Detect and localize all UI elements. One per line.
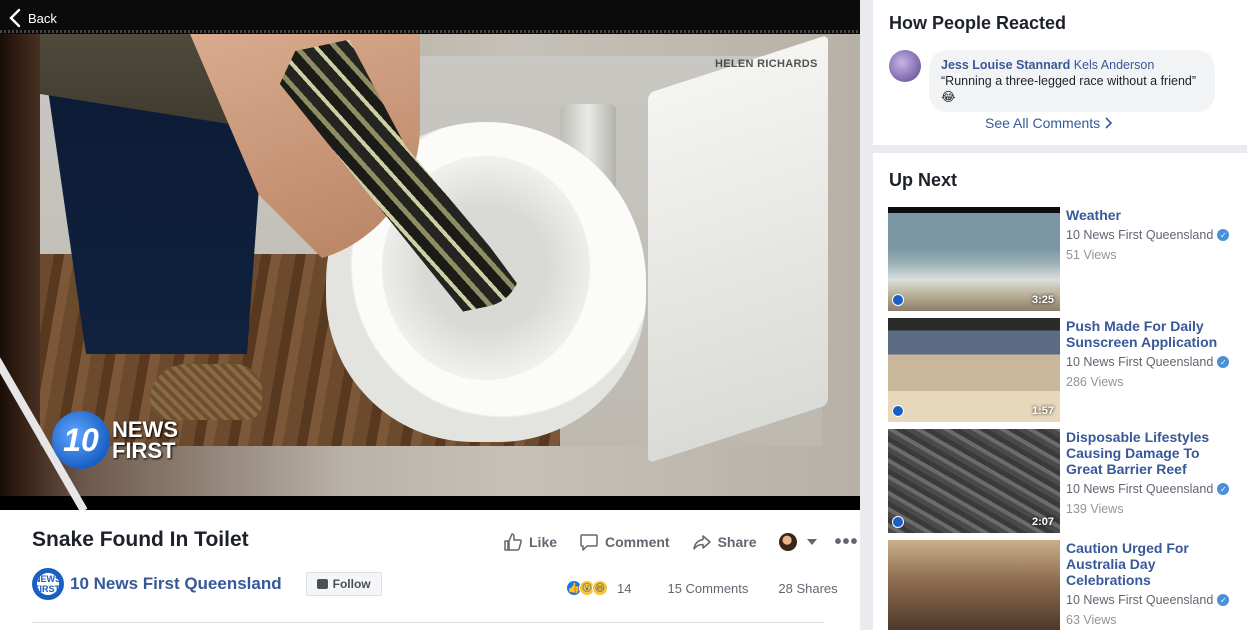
verified-check-icon: ✓ xyxy=(1217,483,1230,495)
news-first-logo: 10 NEWS FIRST xyxy=(52,411,178,469)
video-page: 10 News First Queensland ✓ xyxy=(1066,482,1236,496)
post-as-selector[interactable] xyxy=(778,533,817,551)
video-duration: 2:07 xyxy=(1031,516,1054,528)
comment-button[interactable]: Comment xyxy=(579,532,670,552)
see-all-comments-link[interactable]: See All Comments xyxy=(985,115,1113,131)
video-meta: Weather 10 News First Queensland ✓ 51 Vi… xyxy=(1066,207,1236,311)
video-thumbnail[interactable]: 3:25 xyxy=(888,207,1060,311)
video-duration: 3:25 xyxy=(1031,294,1054,306)
caret-down-icon xyxy=(806,539,817,545)
video-views: 139 Views xyxy=(1066,502,1124,516)
thumbs-up-icon xyxy=(504,533,522,551)
video-title-link[interactable]: Weather xyxy=(1066,207,1236,223)
comment-tag-link[interactable]: Kels Anderson xyxy=(1074,58,1155,72)
video-page: 10 News First Queensland ✓ xyxy=(1066,593,1236,607)
logo-line-1: NEWS xyxy=(112,417,178,442)
page-row: NEWS FIRST 10 News First Queensland Foll… xyxy=(32,568,382,600)
page-badge-icon xyxy=(892,516,904,528)
video-views: 63 Views xyxy=(1066,613,1117,627)
more-options-icon[interactable]: ••• xyxy=(835,532,859,552)
video-title-link[interactable]: Push Made For Daily Sunscreen Applicatio… xyxy=(1066,318,1236,350)
divider xyxy=(32,622,824,623)
like-button[interactable]: Like xyxy=(503,532,557,552)
user-avatar xyxy=(778,533,797,551)
video-page: 10 News First Queensland ✓ xyxy=(1066,228,1236,242)
video-title-link[interactable]: Disposable Lifestyles Causing Damage To … xyxy=(1066,429,1236,477)
commenter-avatar[interactable] xyxy=(889,50,921,82)
video-thumbnail[interactable]: 1:57 xyxy=(888,318,1060,422)
engagement-stats: 👍 😮 😆 14 15 Comments 28 Shares xyxy=(566,580,838,596)
post-info: Snake Found In Toilet Like Comment Share… xyxy=(0,510,860,630)
video-duration: 1:57 xyxy=(1031,405,1054,417)
action-bar: Like Comment Share ••• xyxy=(503,532,859,552)
logo-line-2: FIRST xyxy=(112,438,176,463)
follow-button[interactable]: Follow xyxy=(305,572,382,596)
comment-label: Comment xyxy=(605,534,670,550)
up-next-item[interactable]: Caution Urged For Australia Day Celebrat… xyxy=(888,540,1236,630)
reactions-heading: How People Reacted xyxy=(889,13,1067,33)
video-frame[interactable]: HELEN RICHARDS 10 NEWS FIRST xyxy=(0,34,860,510)
up-next-heading: Up Next xyxy=(889,170,958,190)
video-views: 51 Views xyxy=(1066,248,1117,262)
video-title: Snake Found In Toilet xyxy=(32,528,249,551)
video-thumbnail[interactable]: 2:07 xyxy=(888,429,1060,533)
up-next-item[interactable]: 3:25 Weather 10 News First Queensland ✓ … xyxy=(888,207,1236,311)
verified-check-icon: ✓ xyxy=(1217,229,1230,241)
comments-count-link[interactable]: 15 Comments xyxy=(667,581,748,596)
chevron-right-icon xyxy=(1105,117,1113,129)
video-title-link[interactable]: Caution Urged For Australia Day Celebrat… xyxy=(1066,540,1236,588)
verified-check-icon: ✓ xyxy=(1217,356,1230,368)
up-next-panel: Up Next 3:25 Weather 10 News First Queen… xyxy=(873,153,1247,630)
video-page: 10 News First Queensland ✓ xyxy=(1066,355,1236,369)
video-page-name[interactable]: 10 News First Queensland xyxy=(1066,228,1213,242)
back-label: Back xyxy=(28,10,57,26)
reaction-icons[interactable]: 👍 😮 😆 xyxy=(566,580,608,596)
page-badge-icon xyxy=(892,294,904,306)
scene-toilet-lid xyxy=(648,34,828,464)
page-name-link[interactable]: 10 News First Queensland xyxy=(70,574,282,594)
share-button[interactable]: Share xyxy=(692,532,757,552)
shares-count-link[interactable]: 28 Shares xyxy=(778,581,837,596)
video-page-name[interactable]: 10 News First Queensland xyxy=(1066,593,1213,607)
comment-bubble: Jess Louise Stannard Kels Anderson “Runn… xyxy=(929,50,1215,112)
video-page-name[interactable]: 10 News First Queensland xyxy=(1066,355,1213,369)
logo-disc: 10 xyxy=(52,411,110,469)
video-page-name[interactable]: 10 News First Queensland xyxy=(1066,482,1213,496)
up-next-item[interactable]: 1:57 Push Made For Daily Sunscreen Appli… xyxy=(888,318,1236,422)
follow-icon xyxy=(316,579,328,589)
see-all-label: See All Comments xyxy=(985,115,1101,131)
video-meta: Caution Urged For Australia Day Celebrat… xyxy=(1066,540,1236,630)
up-next-item[interactable]: 2:07 Disposable Lifestyles Causing Damag… xyxy=(888,429,1236,533)
logo-text: NEWS FIRST xyxy=(112,417,178,463)
page-badge-icon xyxy=(892,405,904,417)
video-thumbnail[interactable] xyxy=(888,540,1060,630)
video-player[interactable]: Back HELEN RICHARDS 10 NEWS FIRST xyxy=(0,0,860,510)
top-comment: Jess Louise Stannard Kels Anderson “Runn… xyxy=(889,50,1215,112)
reaction-count[interactable]: 14 xyxy=(617,581,631,596)
share-arrow-icon xyxy=(692,535,711,550)
reactions-panel: How People Reacted Jess Louise Stannard … xyxy=(873,0,1247,145)
follow-label: Follow xyxy=(332,577,371,591)
video-meta: Push Made For Daily Sunscreen Applicatio… xyxy=(1066,318,1236,422)
video-views: 286 Views xyxy=(1066,375,1124,389)
player-top-bar xyxy=(0,0,860,34)
video-watermark: HELEN RICHARDS xyxy=(715,58,818,70)
comment-icon xyxy=(580,534,598,551)
comment-author-link[interactable]: Jess Louise Stannard xyxy=(941,58,1070,72)
video-meta: Disposable Lifestyles Causing Damage To … xyxy=(1066,429,1236,533)
scanline xyxy=(0,30,860,33)
haha-reaction-icon: 😆 xyxy=(592,580,608,596)
share-label: Share xyxy=(717,534,757,550)
chevron-left-icon xyxy=(9,8,21,28)
verified-check-icon: ✓ xyxy=(1217,594,1230,606)
back-button[interactable]: Back xyxy=(8,8,57,28)
like-label: Like xyxy=(529,534,558,550)
page-logo[interactable]: NEWS FIRST xyxy=(32,568,64,600)
comment-text: “Running a three-legged race without a f… xyxy=(941,74,1197,104)
